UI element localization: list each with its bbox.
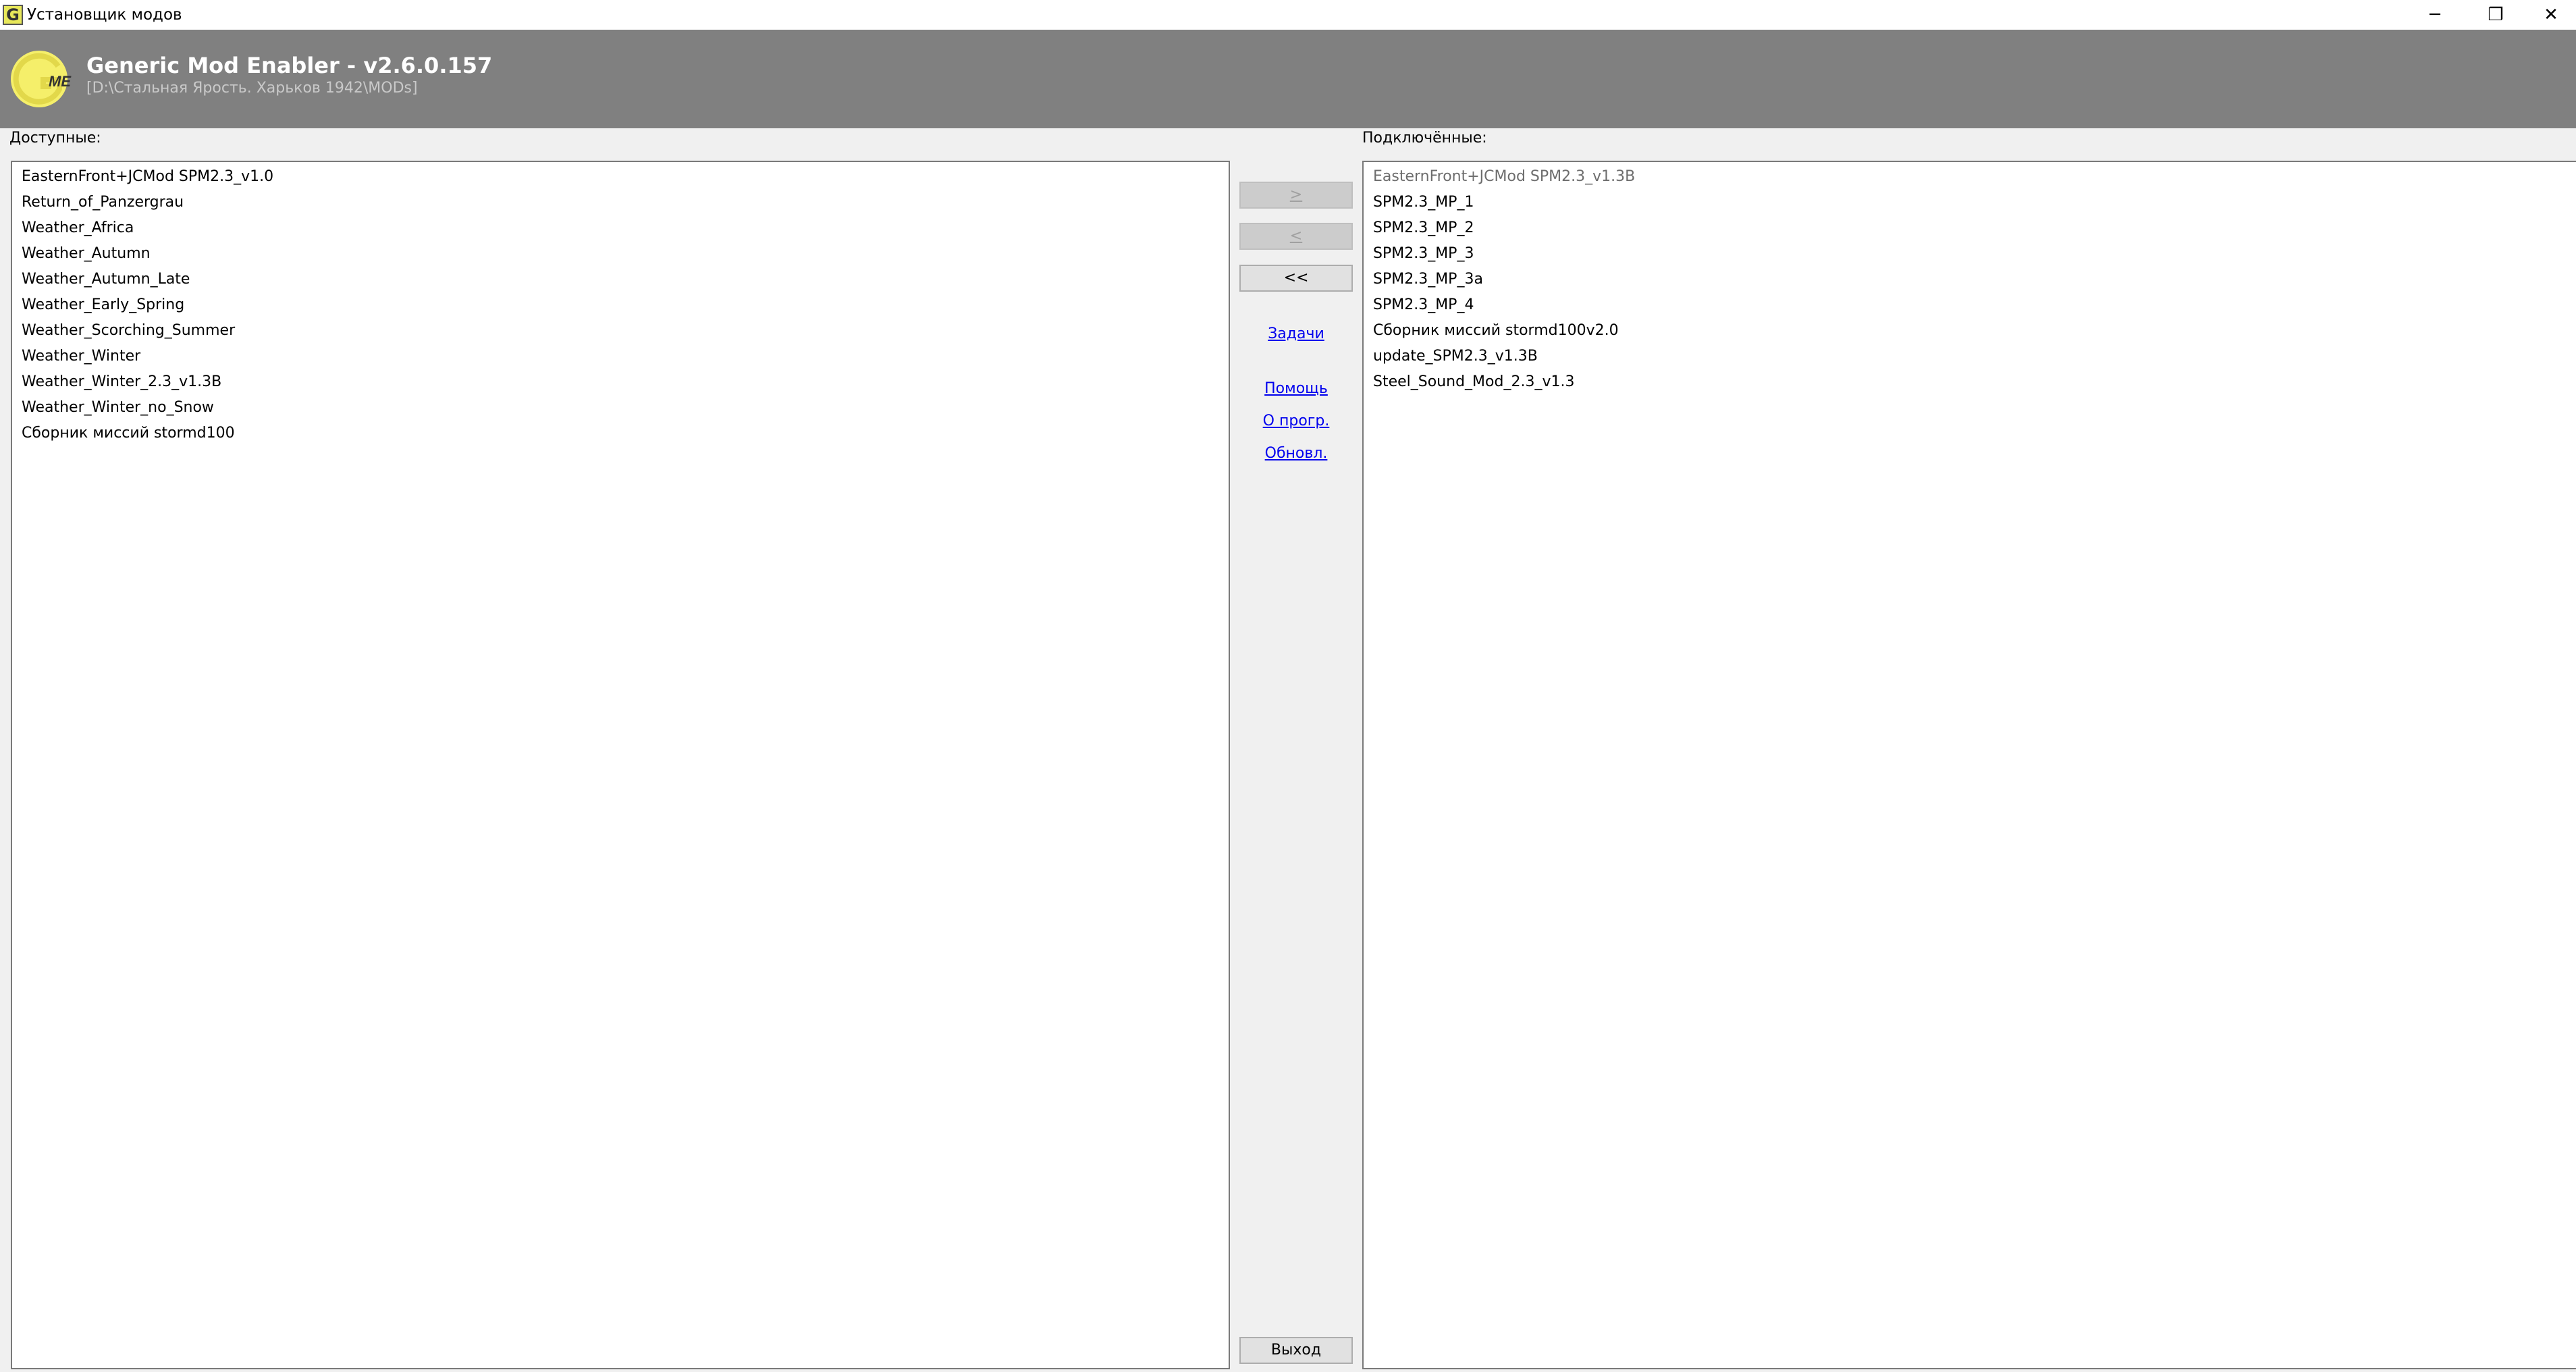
list-item[interactable]: EasternFront+JCMod SPM2.3_v1.3B bbox=[1373, 165, 1635, 189]
list-item[interactable]: SPM2.3_MP_3a bbox=[1373, 267, 1483, 292]
list-item[interactable]: SPM2.3_MP_2 bbox=[1373, 216, 1474, 240]
app-name: Generic Mod Enabler - v2.6.0.157 bbox=[86, 53, 493, 78]
list-item[interactable]: Weather_Winter bbox=[22, 344, 140, 369]
window-title: Установщик модов bbox=[27, 6, 182, 24]
list-item[interactable]: SPM2.3_MP_3 bbox=[1373, 242, 1474, 266]
remove-all-button[interactable]: << bbox=[1239, 265, 1353, 292]
close-button[interactable]: ✕ bbox=[2526, 0, 2576, 30]
logo-subtext: ME bbox=[49, 73, 72, 90]
available-mods-list[interactable]: EasternFront+JCMod SPM2.3_v1.0 Return_of… bbox=[11, 161, 1230, 1369]
restore-button[interactable]: ❐ bbox=[2465, 0, 2526, 30]
list-item[interactable]: SPM2.3_MP_1 bbox=[1373, 190, 1474, 215]
list-item[interactable]: update_SPM2.3_v1.3B bbox=[1373, 344, 1538, 369]
list-item[interactable]: Сборник миссий stormd100v2.0 bbox=[1373, 319, 1619, 343]
help-link[interactable]: Помощь bbox=[1239, 380, 1353, 397]
minimize-button[interactable]: ─ bbox=[2405, 0, 2465, 30]
app-icon: G bbox=[3, 5, 23, 25]
mods-path: [D:\Стальная Ярость. Харьков 1942\MODs] bbox=[86, 80, 418, 97]
list-item[interactable]: Weather_Autumn_Late bbox=[22, 267, 190, 292]
enabled-mods-list[interactable]: EasternFront+JCMod SPM2.3_v1.3B SPM2.3_M… bbox=[1362, 161, 2576, 1369]
list-item[interactable]: Weather_Early_Spring bbox=[22, 293, 184, 317]
list-item[interactable]: Weather_Autumn bbox=[22, 242, 151, 266]
list-item[interactable]: Сборник миссий stormd100 bbox=[22, 421, 235, 446]
list-item[interactable]: Weather_Scorching_Summer bbox=[22, 319, 235, 343]
list-item[interactable]: Weather_Winter_no_Snow bbox=[22, 396, 214, 420]
exit-button[interactable]: Выход bbox=[1239, 1337, 1353, 1364]
update-link[interactable]: Обновл. bbox=[1239, 445, 1353, 462]
list-item[interactable]: Return_of_Panzergrau bbox=[22, 190, 184, 215]
remove-mod-button[interactable]: < bbox=[1239, 223, 1353, 250]
about-link[interactable]: О прогр. bbox=[1239, 413, 1353, 429]
list-item[interactable]: SPM2.3_MP_4 bbox=[1373, 293, 1474, 317]
tasks-link[interactable]: Задачи bbox=[1239, 325, 1353, 342]
header-banner: ME Generic Mod Enabler - v2.6.0.157 [D:\… bbox=[0, 30, 2576, 128]
available-label: Доступные: bbox=[9, 130, 101, 147]
list-item[interactable]: EasternFront+JCMod SPM2.3_v1.0 bbox=[22, 165, 273, 189]
list-item[interactable]: Steel_Sound_Mod_2.3_v1.3 bbox=[1373, 370, 1574, 394]
title-bar: G Установщик модов ─ ❐ ✕ bbox=[0, 0, 2576, 30]
enabled-label: Подключённые: bbox=[1362, 130, 1487, 147]
gme-logo: ME bbox=[11, 51, 72, 107]
list-item[interactable]: Weather_Africa bbox=[22, 216, 134, 240]
list-item[interactable]: Weather_Winter_2.3_v1.3B bbox=[22, 370, 221, 394]
add-mod-button[interactable]: > bbox=[1239, 182, 1353, 209]
